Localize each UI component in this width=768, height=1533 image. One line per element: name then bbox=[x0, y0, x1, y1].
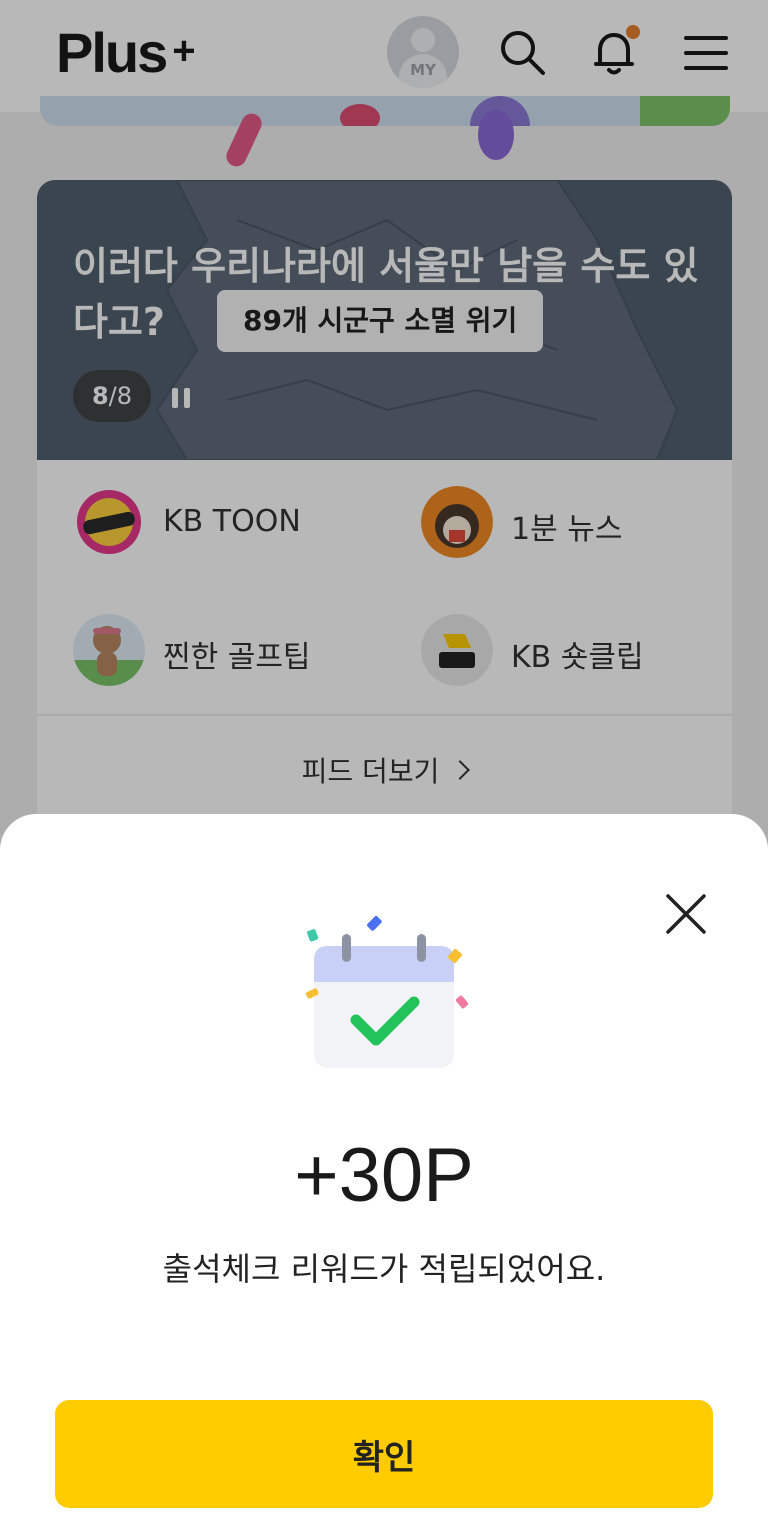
calendar-check-icon bbox=[305, 916, 469, 1068]
reward-points: +30P bbox=[294, 1133, 474, 1218]
reward-bottom-sheet: +30P 출석체크 리워드가 적립되었어요. 확인 bbox=[0, 814, 768, 1533]
close-icon[interactable] bbox=[664, 892, 708, 936]
reward-message: 출석체크 리워드가 적립되었어요. bbox=[162, 1250, 606, 1288]
confirm-button[interactable]: 확인 bbox=[55, 1400, 713, 1508]
